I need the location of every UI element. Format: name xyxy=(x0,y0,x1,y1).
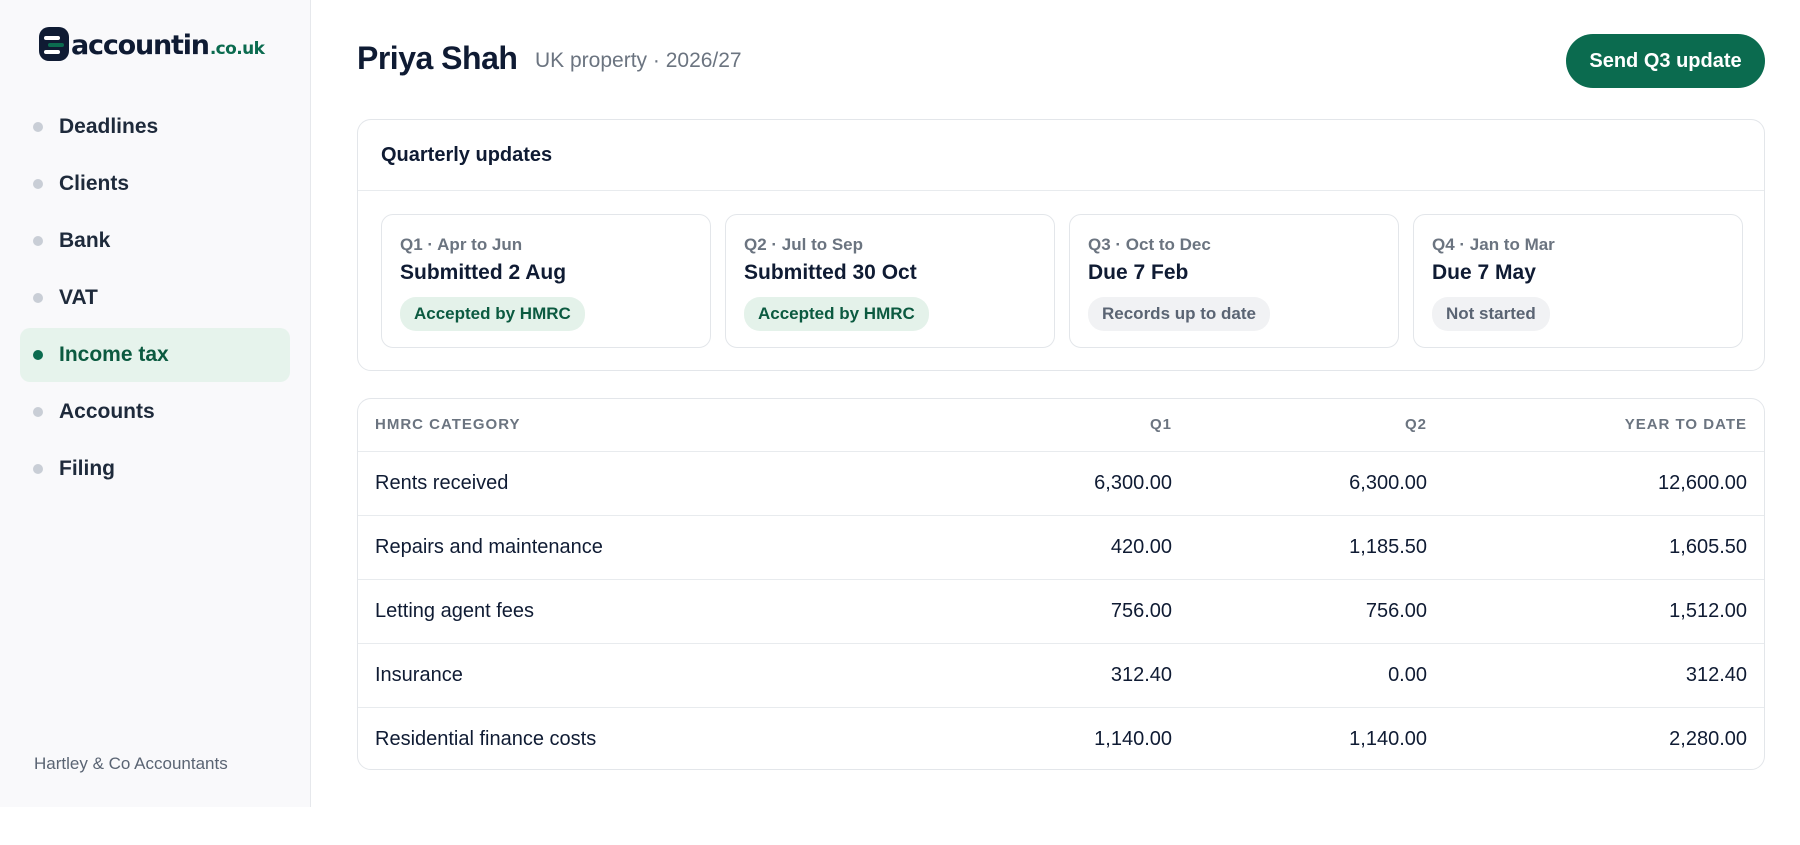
cell-q1: 312.40 xyxy=(918,643,1172,708)
quarter-period: Q3 · Oct to Dec xyxy=(1088,235,1211,254)
sidebar-item-income-tax[interactable]: Income tax xyxy=(20,328,290,382)
sidebar-item-bank[interactable]: Bank xyxy=(20,214,290,268)
sidebar: accountin .co.uk Deadlines Clients Bank … xyxy=(0,0,311,807)
status-badge: Records up to date xyxy=(1088,297,1270,331)
sidebar-item-label: Bank xyxy=(59,229,111,252)
sidebar-item-label: Filing xyxy=(59,457,115,480)
sidebar-item-label: Clients xyxy=(59,172,130,195)
table-row[interactable]: Letting agent fees 756.00 756.00 1,512.0… xyxy=(358,579,1764,644)
sidebar-item-label: Deadlines xyxy=(59,115,159,138)
nav-dot-icon xyxy=(33,179,43,189)
page-title: Priya Shah xyxy=(357,40,518,76)
table-row[interactable]: Rents received 6,300.00 6,300.00 12,600.… xyxy=(358,451,1764,516)
firm-name: Hartley & Co Accountants xyxy=(34,754,228,773)
cell-ytd: 312.40 xyxy=(1427,643,1764,708)
cell-ytd: 1,605.50 xyxy=(1427,515,1764,580)
nav-dot-icon xyxy=(33,350,43,360)
cell-q2: 6,300.00 xyxy=(1172,451,1427,516)
sidebar-item-label: VAT xyxy=(59,286,98,309)
quarter-status: Submitted 2 Aug xyxy=(400,261,567,284)
status-badge: Accepted by HMRC xyxy=(400,297,585,331)
cell-category: Residential finance costs xyxy=(375,727,597,750)
table-row[interactable]: Residential finance costs 1,140.00 1,140… xyxy=(358,707,1764,769)
cell-ytd: 2,280.00 xyxy=(1669,727,1747,750)
status-badge: Accepted by HMRC xyxy=(744,297,929,331)
quarter-cards: Q1 · Apr to Jun Submitted 2 Aug Accepted… xyxy=(381,214,1743,348)
cell-category: Rents received xyxy=(358,451,918,516)
cell-category: Letting agent fees xyxy=(358,579,918,644)
sidebar-item-label: Income tax xyxy=(59,343,169,366)
cell-ytd: 12,600.00 xyxy=(1427,451,1764,516)
brand-name: accountin xyxy=(71,30,210,61)
cell-ytd: 1,512.00 xyxy=(1427,579,1764,644)
quarter-period: Q1 · Apr to Jun xyxy=(400,235,523,254)
quarterly-updates-panel: Quarterly updates Q1 · Apr to Jun Submit… xyxy=(357,119,1765,371)
logo-mark-icon xyxy=(39,27,69,61)
sidebar-item-vat[interactable]: VAT xyxy=(20,271,290,325)
cell-category: Repairs and maintenance xyxy=(358,515,918,580)
cell-q2: 0.00 xyxy=(1172,643,1427,708)
nav-dot-icon xyxy=(33,236,43,246)
sidebar-item-deadlines[interactable]: Deadlines xyxy=(20,100,290,154)
table-header-row: HMRC CATEGORY Q1 Q2 YEAR TO DATE xyxy=(358,399,1764,452)
cell-q1: 1,140.00 xyxy=(1094,727,1172,750)
nav-dot-icon xyxy=(33,464,43,474)
quarter-card-q2[interactable]: Q2 · Jul to Sep Submitted 30 Oct Accepte… xyxy=(725,214,1055,348)
table-row[interactable]: Insurance 312.40 0.00 312.40 xyxy=(358,643,1764,708)
cell-q1: 420.00 xyxy=(918,515,1172,580)
cell-q2: 1,140.00 xyxy=(1349,727,1427,750)
quarter-period: Q2 · Jul to Sep xyxy=(744,235,864,254)
column-header-ytd: YEAR TO DATE xyxy=(1427,399,1764,452)
send-q3-update-button[interactable]: Send Q3 update xyxy=(1566,34,1765,88)
cell-category: Insurance xyxy=(358,643,918,708)
quarter-status: Due 7 Feb xyxy=(1088,261,1189,284)
quarter-card-q3[interactable]: Q3 · Oct to Dec Due 7 Feb Records up to … xyxy=(1069,214,1399,348)
nav-dot-icon xyxy=(33,407,43,417)
sidebar-item-label: Accounts xyxy=(59,400,155,423)
cell-q1: 6,300.00 xyxy=(918,451,1172,516)
brand-logo[interactable]: accountin .co.uk xyxy=(38,27,265,61)
status-badge: Not started xyxy=(1432,297,1550,331)
column-header-q1: Q1 xyxy=(918,399,1172,452)
sidebar-item-clients[interactable]: Clients xyxy=(20,157,290,211)
column-header-category: HMRC CATEGORY xyxy=(358,399,918,452)
quarter-status: Due 7 May xyxy=(1432,261,1536,284)
panel-title: Quarterly updates xyxy=(358,120,1764,191)
column-header-q2: Q2 xyxy=(1172,399,1427,452)
cell-q2: 756.00 xyxy=(1172,579,1427,644)
nav-dot-icon xyxy=(33,293,43,303)
cell-q1: 756.00 xyxy=(918,579,1172,644)
sidebar-item-filing[interactable]: Filing xyxy=(20,442,290,496)
sidebar-nav: Deadlines Clients Bank VAT Income tax Ac… xyxy=(20,100,290,499)
hmrc-category-table-panel: HMRC CATEGORY Q1 Q2 YEAR TO DATE Rents r… xyxy=(357,398,1765,770)
nav-dot-icon xyxy=(33,122,43,132)
quarter-status: Submitted 30 Oct xyxy=(744,261,917,284)
table-row[interactable]: Repairs and maintenance 420.00 1,185.50 … xyxy=(358,515,1764,580)
quarter-period: Q4 · Jan to Mar xyxy=(1432,235,1555,254)
quarter-card-q1[interactable]: Q1 · Apr to Jun Submitted 2 Aug Accepted… xyxy=(381,214,711,348)
cell-q2: 1,185.50 xyxy=(1172,515,1427,580)
page-subtitle: UK property · 2026/27 xyxy=(535,49,742,72)
hmrc-category-table: HMRC CATEGORY Q1 Q2 YEAR TO DATE Rents r… xyxy=(358,399,1764,769)
quarter-card-q4[interactable]: Q4 · Jan to Mar Due 7 May Not started xyxy=(1413,214,1743,348)
sidebar-item-accounts[interactable]: Accounts xyxy=(20,385,290,439)
brand-tld: .co.uk xyxy=(209,39,265,59)
